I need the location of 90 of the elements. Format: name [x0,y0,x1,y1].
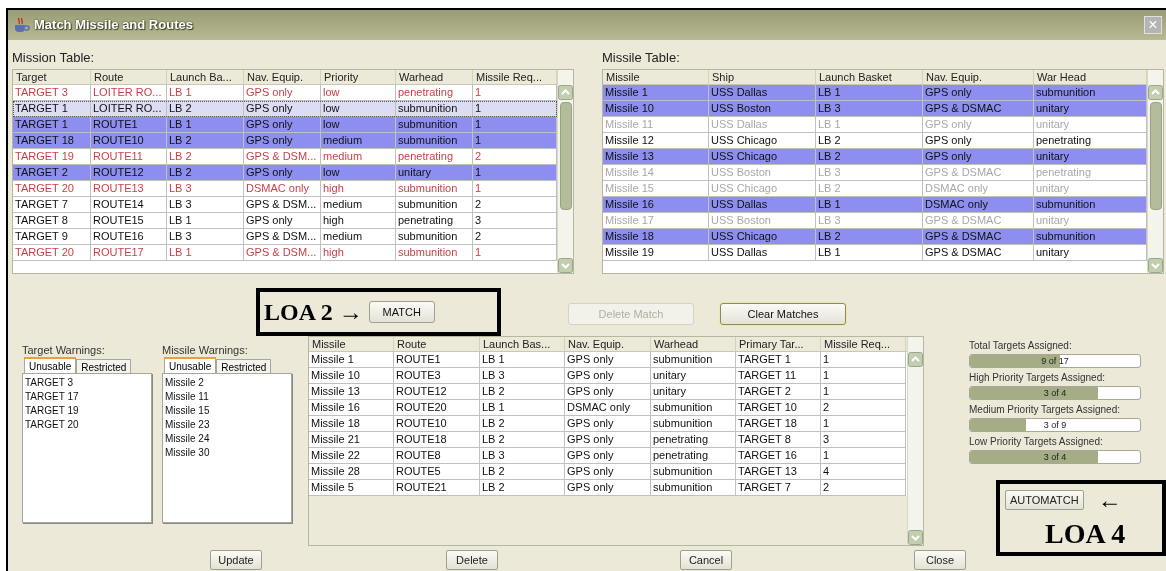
annotation-arrow: ← [1097,490,1122,510]
selected-row[interactable]: TARGET 1 ROUTE1 LB 1 GPS only low submunition 1 [13,117,557,133]
list-item[interactable]: TARGET 17 [25,390,151,404]
column-header[interactable]: Nav. Equip. [565,337,651,351]
column-header[interactable]: Warhead [651,337,736,351]
scroll-up-icon[interactable] [558,85,573,100]
list-item[interactable]: Missile 15 [165,404,291,418]
selected-row[interactable]: Missile 1 USS Dallas LB 1 GPS only submunition [603,85,1147,101]
table-cell: submunition [651,480,736,496]
table-cell: Missile 19 [603,245,709,261]
table-title: Missile Table: [602,49,681,66]
column-header[interactable]: Primary Tar... [736,337,821,351]
table-cell: GPS & DSMAC [923,245,1034,261]
tab[interactable]: Unusable [24,357,77,373]
table-cell: LB 1 [816,245,923,261]
scroll-down-icon[interactable] [1148,258,1163,273]
automatch-button[interactable]: AUTOMATCH [1005,490,1084,510]
scroll-up-icon[interactable] [908,352,923,367]
column-header[interactable]: Route [91,70,167,84]
button[interactable]: MATCH [368,301,435,323]
list-item[interactable]: Missile 24 [165,432,291,446]
column-header[interactable]: Priority [321,70,396,84]
list-item[interactable]: Missile 23 [165,418,291,432]
table-cell: LB 2 [480,480,565,496]
scroll-down-icon[interactable] [908,530,923,545]
table-cell: ROUTE21 [394,480,480,496]
tab[interactable]: Restricted [216,359,272,373]
column-header[interactable]: Ship [709,70,816,84]
button[interactable]: Close [914,550,966,570]
bar-label: Medium Priority Targets Assigned: [969,404,1121,416]
column-header[interactable]: Missile [309,337,394,351]
table-cell: TARGET 7 [736,480,821,496]
list-item[interactable]: Missile 30 [165,446,291,460]
progress-reading: 3 of 9 [1043,419,1067,431]
column-header[interactable]: Nav. Equip. [923,70,1034,84]
button[interactable]: Update [210,550,262,570]
table-cell: Missile 5 [309,480,394,496]
list-item[interactable]: Missile 2 [165,376,291,390]
panel-label: Missile Warnings: [162,343,249,356]
selected-row[interactable]: TARGET 2 ROUTE12 LB 2 GPS only low unitary 1 [13,165,557,181]
table-cell: 2 [821,480,906,496]
bar-label: Low Priority Targets Assigned: [969,436,1104,448]
table-cell: TARGET 20 [13,245,91,261]
table-title: Mission Table: [12,49,96,66]
column-header[interactable]: Launch Basket [816,70,923,84]
progress-reading: 3 of 4 [1043,451,1067,463]
table-cell: high [321,245,396,261]
scroll-thumb[interactable] [559,102,572,210]
selected-row[interactable]: Missile 10 USS Boston LB 3 GPS & DSMAC unitary [603,101,1147,117]
scroll-thumb[interactable] [1149,102,1162,210]
list-item[interactable]: TARGET 20 [25,418,151,432]
table-cell: GPS & DSM... [244,245,321,261]
selected-row[interactable]: TARGET 18 ROUTE10 LB 2 GPS only medium submunition 1 [13,133,557,149]
list-item[interactable]: TARGET 3 [25,376,151,390]
bar-label: High Priority Targets Assigned: [969,372,1106,384]
tab[interactable]: Unusable [164,357,217,373]
selected-row[interactable]: Missile 16 USS Dallas LB 1 DSMAC only submunition [603,197,1147,213]
column-header[interactable]: Route [394,337,480,351]
column-header[interactable]: Missile Req... [821,337,906,351]
table-cell: submunition [396,245,473,261]
progress-reading: 9 of 17 [1041,355,1069,367]
scroll-down-icon[interactable] [558,258,573,273]
selected-row[interactable]: TARGET 1 LOITER RO... LB 2 GPS only low submunition 1 [13,101,557,117]
table-cell: GPS only [565,480,651,496]
button[interactable]: Delete [446,550,498,570]
column-header[interactable]: Target [13,70,91,84]
column-header[interactable]: Launch Ba... [167,70,244,84]
scroll-up-icon[interactable] [1148,85,1163,100]
column-header[interactable]: Warhead [396,70,473,84]
button[interactable]: Clear Matches [720,303,846,325]
table-cell: ROUTE17 [91,245,167,261]
progress-reading: 3 of 4 [1043,387,1067,399]
table-cell: USS Dallas [709,245,816,261]
column-header[interactable]: Launch Bas... [480,337,565,351]
selected-row[interactable]: Missile 13 USS Chicago LB 2 GPS only unitary [603,149,1147,165]
list-item[interactable]: TARGET 19 [25,404,151,418]
selected-row[interactable]: Missile 18 USS Chicago LB 2 GPS & DSMAC submunition [603,229,1147,245]
annotation-label: LOA 4 [1045,518,1127,550]
coffee-cup-icon [12,16,30,33]
annotation-label: LOA 2 → [264,298,363,327]
button[interactable]: Cancel [680,550,732,570]
button: Delete Match [568,303,694,325]
bar-label: Total Targets Assigned: [969,340,1073,352]
panel-label: Target Warnings: [22,343,106,356]
table-cell: LB 1 [167,245,244,261]
window-title: Match Missile and Routes [34,15,193,34]
tab[interactable]: Restricted [76,359,132,373]
list-item[interactable]: Missile 11 [165,390,291,404]
column-header[interactable]: Nav. Equip. [244,70,321,84]
column-header[interactable]: Missile [603,70,709,84]
